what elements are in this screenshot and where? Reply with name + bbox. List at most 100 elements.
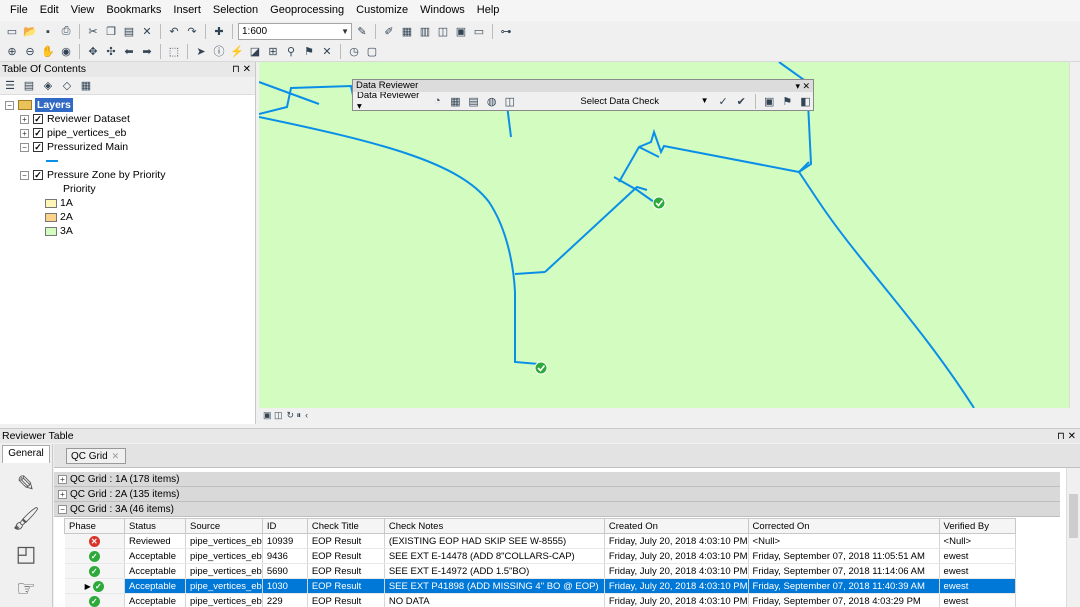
visibility-checkbox[interactable]: ✓ (33, 142, 43, 152)
refresh-icon[interactable]: ↻ ⏸ (287, 410, 302, 421)
cut-icon[interactable]: ✂ (85, 24, 101, 40)
open-folder-icon[interactable]: 📂 (22, 24, 38, 40)
model-builder-icon[interactable]: ⊶ (498, 24, 514, 40)
pin-and-close-icon[interactable]: ⊓ ✕ (232, 62, 251, 77)
commit-icon[interactable]: ◫ (502, 93, 517, 109)
menu-bookmarks[interactable]: Bookmarks (100, 0, 167, 21)
copy-icon[interactable]: ❐ (103, 24, 119, 40)
table-row[interactable]: ✓ Acceptable pipe_vertices_eb 9436 EOP R… (64, 548, 1016, 564)
collapse-icon[interactable]: − (20, 170, 29, 180)
pencil-icon[interactable]: ✎ (11, 470, 41, 498)
close-icon[interactable]: ▾ ✕ (795, 80, 810, 92)
editor-icon[interactable]: ✐ (381, 24, 397, 40)
group-row-3a[interactable]: − QC Grid : 3A (46 items) (54, 502, 1060, 517)
tab-qc-grid[interactable]: QC Grid ✕ (66, 448, 127, 464)
expand-icon[interactable]: + (58, 489, 67, 499)
menu-insert[interactable]: Insert (167, 0, 207, 21)
close-icon[interactable]: ✕ (112, 451, 120, 461)
menu-geoprocessing[interactable]: Geoprocessing (264, 0, 350, 21)
menu-help[interactable]: Help (471, 0, 506, 21)
toc-layer-pipe-vertices[interactable]: + ✓ pipe_vertices_eb (20, 126, 126, 140)
toc-layer-reviewer-dataset[interactable]: + ✓ Reviewer Dataset (20, 112, 130, 126)
row-selector[interactable]: ✓ (64, 593, 125, 607)
expand-icon[interactable]: + (58, 474, 67, 484)
menu-customize[interactable]: Customize (350, 0, 414, 21)
tab-general[interactable]: General (2, 445, 50, 463)
zoom-in-icon[interactable]: ⊕ (4, 43, 20, 59)
menu-file[interactable]: File (4, 0, 34, 21)
select-features-icon[interactable]: ⬚ (166, 43, 182, 59)
menu-windows[interactable]: Windows (414, 0, 471, 21)
column-header-phase[interactable]: Phase (64, 518, 125, 534)
column-header-id[interactable]: ID (261, 518, 308, 534)
reviewer-session-icon[interactable]: ◔ (430, 93, 445, 109)
menu-view[interactable]: View (65, 0, 101, 21)
save-icon[interactable]: ▪ (40, 24, 56, 40)
batch-validate-icon[interactable]: ▤ (466, 93, 481, 109)
undo-icon[interactable]: ↶ (166, 24, 182, 40)
row-selector[interactable]: ▶ ✓ (64, 578, 125, 594)
html-popup-icon[interactable]: ◪ (247, 43, 263, 59)
hyperlink-icon[interactable]: ⚡ (229, 43, 245, 59)
menu-selection[interactable]: Selection (207, 0, 264, 21)
column-header-corrected-on[interactable]: Corrected On (747, 518, 940, 534)
expand-icon[interactable]: + (20, 128, 29, 138)
handshake-icon[interactable]: ☞ (11, 575, 41, 603)
sampling-icon[interactable]: ◧ (798, 93, 813, 109)
select-elements-icon[interactable]: ➤ (193, 43, 209, 59)
scrollbar-thumb[interactable] (1069, 494, 1078, 538)
data-reviewer-menu[interactable]: Data Reviewer ▾ (357, 90, 427, 112)
select-data-check-dropdown[interactable]: Select Data Check ▼ (580, 96, 712, 107)
scroll-left-icon[interactable]: ‹ (305, 410, 308, 420)
column-header-created-on[interactable]: Created On (603, 518, 749, 534)
toc-options-icon[interactable]: ▦ (78, 78, 94, 94)
full-extent-icon[interactable]: ◉ (58, 43, 74, 59)
grid-layout-icon[interactable]: ◰ (11, 540, 41, 568)
column-header-status[interactable]: Status (124, 518, 186, 534)
fixed-zoom-in-icon[interactable]: ✥ (85, 43, 101, 59)
group-row-1a[interactable]: + QC Grid : 1A (178 items) (54, 472, 1060, 487)
check-marker[interactable] (534, 361, 548, 375)
arctoolbox-icon[interactable]: ▣ (453, 24, 469, 40)
forward-extent-icon[interactable]: ➡ (139, 43, 155, 59)
collapse-icon[interactable]: − (58, 504, 67, 514)
measure-icon[interactable]: ⊞ (265, 43, 281, 59)
menu-edit[interactable]: Edit (34, 0, 65, 21)
identify-icon[interactable]: ⓘ (211, 43, 227, 59)
create-viewer-icon[interactable]: ▢ (364, 43, 380, 59)
pin-and-close-icon[interactable]: ⊓ ✕ (1057, 429, 1076, 444)
go-to-xy-icon[interactable]: ✕ (319, 43, 335, 59)
reviewer-table-icon[interactable]: ▦ (448, 93, 463, 109)
find-icon[interactable]: ⚲ (283, 43, 299, 59)
table-row[interactable]: ✕ Reviewed pipe_vertices_eb 10939 EOP Re… (64, 533, 1016, 549)
flag-missing-icon[interactable]: ⚑ (780, 93, 795, 109)
print-icon[interactable]: ⎙ (58, 24, 74, 40)
new-document-icon[interactable]: ▭ (4, 24, 20, 40)
redo-icon[interactable]: ↷ (184, 24, 200, 40)
list-by-visibility-icon[interactable]: ◈ (40, 78, 56, 94)
check-marker[interactable] (652, 196, 666, 210)
visibility-checkbox[interactable]: ✓ (33, 170, 43, 180)
column-header-check-notes[interactable]: Check Notes (383, 518, 605, 534)
brush-icon[interactable]: 🖌 (11, 505, 41, 533)
collapse-icon[interactable]: − (20, 142, 29, 152)
catalog-icon[interactable]: ▥ (417, 24, 433, 40)
layout-view-icon[interactable]: ▣ ◫ (263, 410, 283, 421)
find-route-icon[interactable]: ⚑ (301, 43, 317, 59)
visibility-checkbox[interactable]: ✓ (33, 128, 43, 138)
globe-icon[interactable]: ◍ (484, 93, 499, 109)
paste-icon[interactable]: ▤ (121, 24, 137, 40)
error-inspector-icon[interactable]: ▣ (762, 93, 777, 109)
fixed-zoom-out-icon[interactable]: ✣ (103, 43, 119, 59)
expand-icon[interactable]: + (20, 114, 29, 124)
collapse-icon[interactable]: − (5, 100, 14, 110)
table-of-contents-icon[interactable]: ▦ (399, 24, 415, 40)
group-row-2a[interactable]: + QC Grid : 2A (135 items) (54, 487, 1060, 502)
map-vertical-scrollbar[interactable] (1069, 62, 1080, 408)
zoom-out-icon[interactable]: ⊖ (22, 43, 38, 59)
table-row[interactable]: ✓ Acceptable pipe_vertices_eb 5690 EOP R… (64, 563, 1016, 579)
run-checks-icon[interactable]: ✔ (734, 93, 749, 109)
map-scale-combo[interactable]: 1:600 ▼ (238, 23, 352, 40)
column-header-verified-by[interactable]: Verified By (938, 518, 1016, 534)
list-by-selection-icon[interactable]: ◇ (59, 78, 75, 94)
